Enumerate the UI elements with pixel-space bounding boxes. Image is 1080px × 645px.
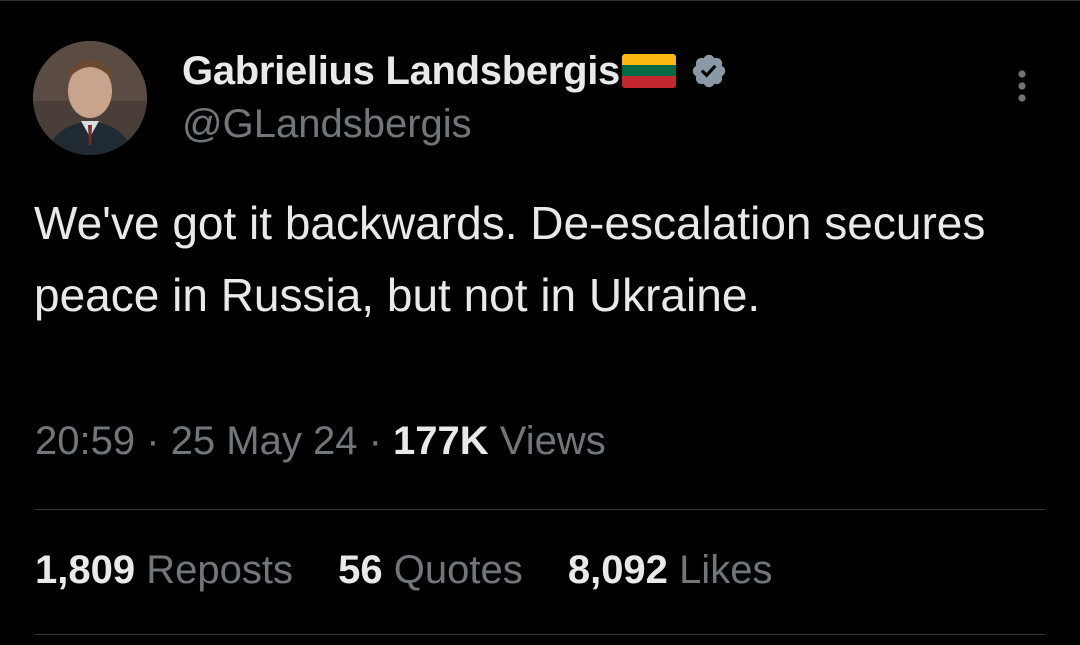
tweet-time[interactable]: 20:59	[35, 419, 135, 463]
reposts-count: 1,809	[35, 548, 136, 592]
profile-avatar[interactable]	[33, 41, 147, 155]
divider	[35, 634, 1045, 635]
author-name-row: Gabrielius Landsbergis	[182, 46, 728, 96]
divider	[35, 509, 1045, 510]
views-label: Views	[499, 419, 606, 463]
quotes-count: 56	[338, 548, 383, 592]
lithuania-flag-icon	[621, 54, 676, 88]
quotes-stat[interactable]: 56 Quotes	[338, 548, 523, 592]
views-count: 177K	[393, 419, 489, 463]
likes-stat[interactable]: 8,092 Likes	[568, 548, 773, 592]
quotes-label: Quotes	[393, 548, 523, 592]
meta-separator: ·	[368, 419, 382, 463]
engagement-stats: 1,809 Reposts 56 Quotes 8,092 Likes	[35, 548, 806, 593]
likes-count: 8,092	[567, 548, 668, 592]
tweet-text: We've got it backwards. De-escalation se…	[34, 197, 986, 321]
author-display-name[interactable]: Gabrielius Landsbergis	[182, 49, 620, 94]
author-handle[interactable]: @GLandsbergis	[182, 102, 472, 147]
likes-label: Likes	[679, 548, 773, 592]
reposts-stat[interactable]: 1,809 Reposts	[35, 548, 293, 592]
meta-separator: ·	[146, 419, 160, 463]
top-divider	[0, 0, 1080, 1]
tweet-date[interactable]: 25 May 24	[171, 419, 358, 463]
verified-badge-icon[interactable]	[690, 52, 728, 90]
tweet-meta: 20:59 · 25 May 24 · 177K Views	[35, 419, 606, 464]
reposts-label: Reposts	[146, 548, 293, 592]
more-options-icon[interactable]	[1007, 68, 1037, 108]
